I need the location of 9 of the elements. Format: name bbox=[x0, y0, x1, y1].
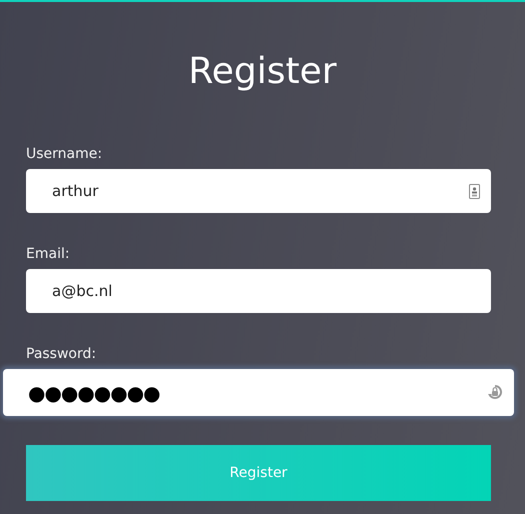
field-label: Username: bbox=[26, 145, 104, 164]
username-field[interactable]: arthur bbox=[26, 169, 491, 213]
field-label: Email: bbox=[26, 245, 71, 264]
field-label: Password: bbox=[26, 345, 98, 364]
contact-card-icon[interactable] bbox=[469, 184, 480, 198]
lock-icon[interactable] bbox=[487, 384, 503, 402]
page-title: Register bbox=[188, 51, 337, 92]
password-field[interactable]: ●●●●●●●● bbox=[3, 369, 514, 416]
email-field[interactable]: a@bc.nl bbox=[26, 269, 491, 313]
